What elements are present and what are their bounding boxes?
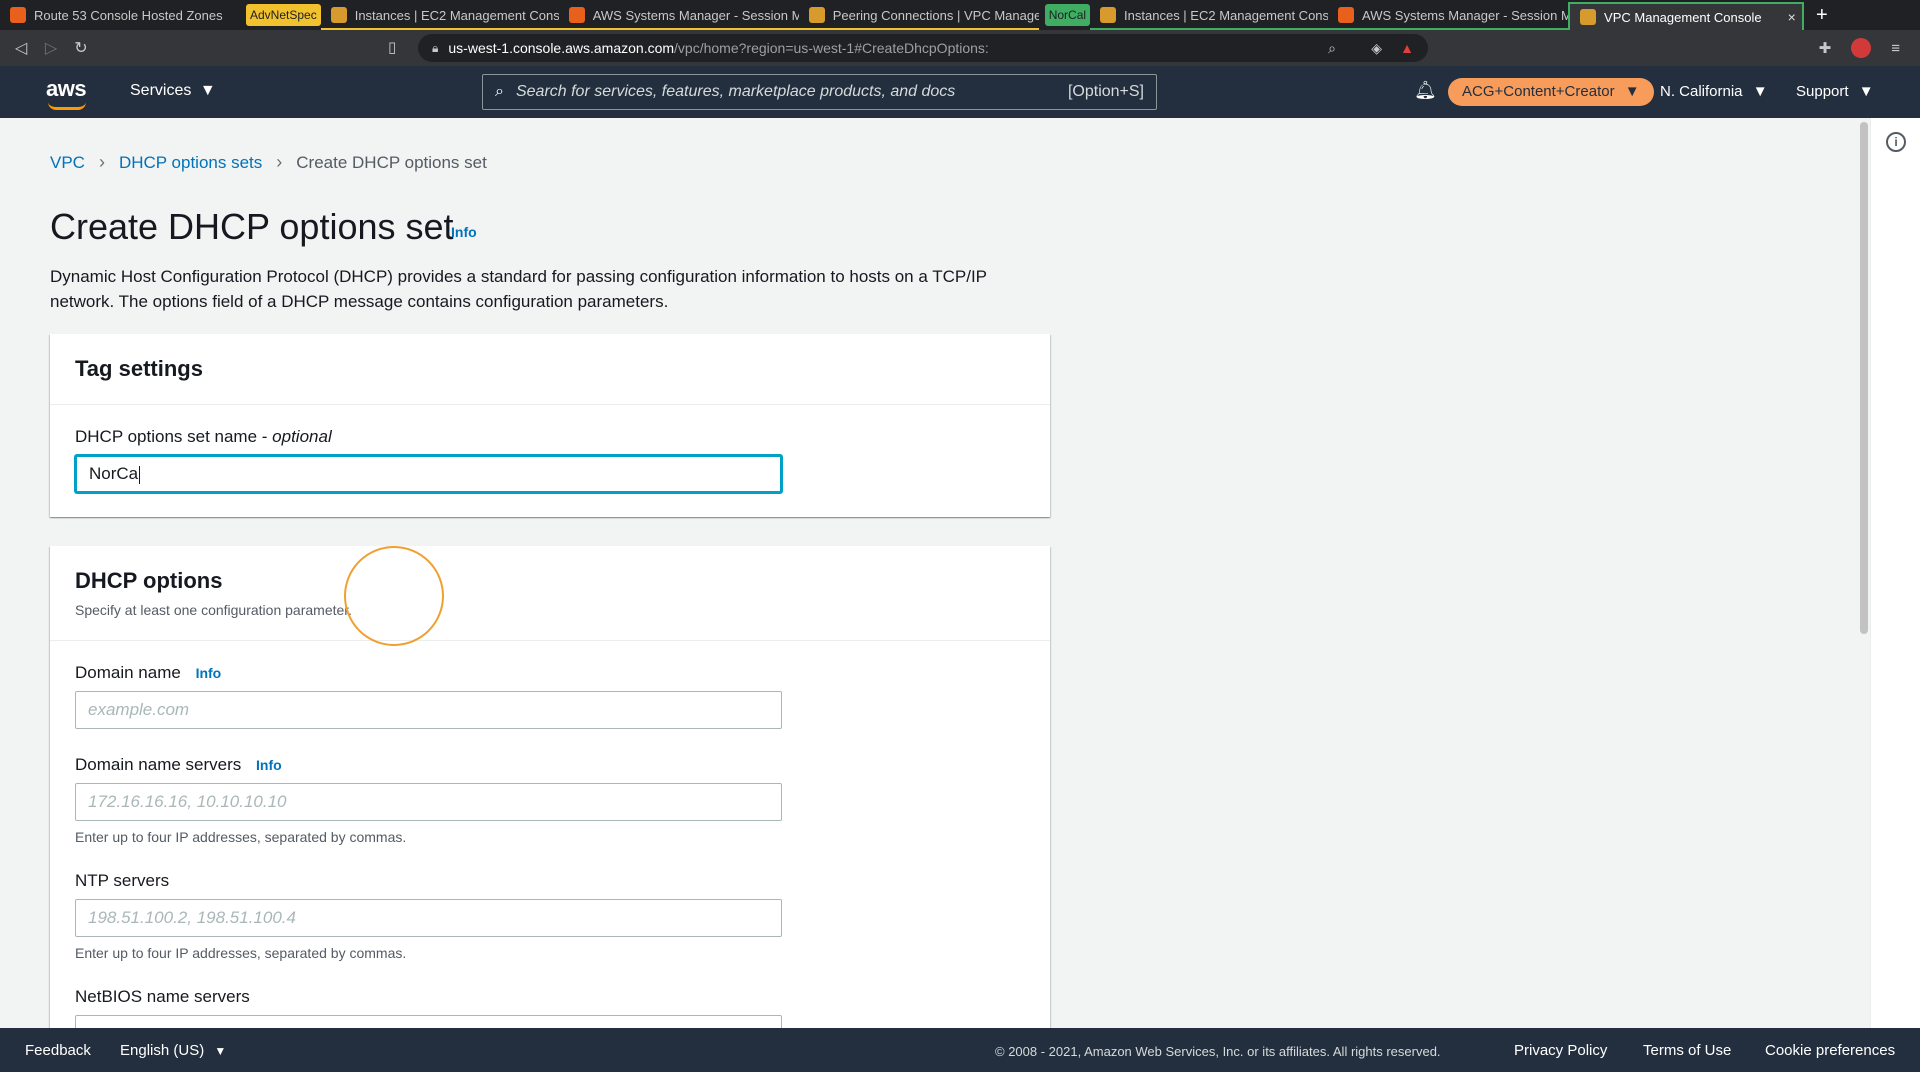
domain-name-input[interactable]: example.com: [75, 691, 782, 729]
page-description: Dynamic Host Configuration Protocol (DHC…: [50, 267, 987, 311]
domain-name-servers-input[interactable]: 172.16.16.16, 10.10.10.10: [75, 783, 782, 821]
cookie-preferences-link[interactable]: Cookie preferences: [1765, 1042, 1895, 1059]
ec2-icon: [330, 7, 347, 23]
aws-cube-icon: [568, 7, 585, 23]
breadcrumb: VPC › DHCP options sets › Create DHCP op…: [50, 152, 487, 173]
aws-cube-icon: [10, 7, 26, 23]
lock-icon: 🔒︎: [432, 40, 439, 55]
menu-icon[interactable]: ≡: [1891, 40, 1900, 57]
url-field[interactable]: 🔒︎ us-west-1.console.aws.amazon.com/vpc/…: [418, 34, 1428, 62]
dhcp-options-card: DHCP options Specify at least one config…: [50, 546, 1050, 1053]
language-selector[interactable]: English (US) ▼: [120, 1042, 226, 1059]
close-tab-icon[interactable]: ×: [1770, 9, 1796, 25]
region-selector[interactable]: N. California ▼: [1660, 83, 1768, 100]
support-menu[interactable]: Support ▼: [1796, 83, 1874, 100]
browser-tab[interactable]: Instances | EC2 Management Cons: [1090, 0, 1329, 30]
reload-icon[interactable]: ↻: [66, 38, 96, 58]
search-shortcut: [Option+S]: [1067, 83, 1144, 100]
services-menu[interactable]: Services ▼: [130, 82, 216, 100]
extensions-icon[interactable]: ✚: [1819, 39, 1832, 57]
domain-name-servers-hint: Enter up to four IP addresses, separated…: [75, 829, 407, 845]
browser-tab[interactable]: Route 53 Console Hosted Zones: [0, 0, 240, 30]
browser-tab[interactable]: AWS Systems Manager - Session M: [1328, 0, 1569, 30]
feedback-link[interactable]: Feedback: [25, 1042, 91, 1059]
tag-settings-card: Tag settings DHCP options set name - opt…: [50, 334, 1050, 517]
domain-name-info-link[interactable]: Info: [196, 665, 222, 681]
terms-of-use-link[interactable]: Terms of Use: [1643, 1042, 1731, 1059]
tab-group-label[interactable]: AdvNetSpec: [246, 4, 321, 26]
domain-name-servers-info-link[interactable]: Info: [256, 757, 282, 773]
breadcrumb-vpc[interactable]: VPC: [50, 153, 85, 173]
tag-settings-heading: Tag settings: [75, 356, 203, 381]
chevron-right-icon: ›: [276, 152, 283, 172]
caret-down-icon: ▼: [199, 82, 216, 99]
dhcp-options-heading: DHCP options: [75, 568, 223, 593]
breadcrumb-dhcp-options-sets[interactable]: DHCP options sets: [119, 153, 262, 173]
account-menu[interactable]: ACG+Content+Creator ▼: [1448, 78, 1654, 106]
page-scrollbar[interactable]: [1858, 118, 1870, 1028]
vpc-icon: [808, 7, 825, 23]
browser-tab[interactable]: Instances | EC2 Management Cons: [320, 0, 559, 30]
help-panel-rail: i: [1870, 118, 1920, 1028]
dhcp-options-set-name-input[interactable]: NorCa: [75, 455, 782, 493]
vpc-icon: [1580, 9, 1597, 25]
aws-cube-icon: [1338, 7, 1355, 23]
breadcrumb-current: Create DHCP options set: [296, 152, 487, 172]
zoom-icon[interactable]: ⌕: [1328, 40, 1336, 57]
console-footer: Feedback English (US) ▼ © 2008 - 2021, A…: [0, 1028, 1920, 1072]
caret-down-icon: ▼: [214, 1044, 227, 1058]
back-icon[interactable]: ◁: [6, 38, 36, 58]
bookmark-icon[interactable]: ▯: [388, 38, 396, 56]
ntp-servers-field: NTP servers 198.51.100.2, 198.51.100.4 E…: [75, 871, 1025, 961]
browser-tab-active[interactable]: VPC Management Console ×: [1568, 2, 1805, 30]
main-content: VPC › DHCP options sets › Create DHCP op…: [0, 118, 1858, 1053]
ec2-icon: [1100, 7, 1117, 23]
caret-down-icon: ▼: [1752, 83, 1768, 100]
page-title: Create DHCP options set: [50, 206, 454, 247]
domain-name-servers-field: Domain name servers Info 172.16.16.16, 1…: [75, 755, 1025, 845]
aws-logo[interactable]: aws: [46, 76, 87, 110]
ntp-servers-input[interactable]: 198.51.100.2, 198.51.100.4: [75, 899, 782, 937]
tab-group-label[interactable]: NorCal: [1044, 4, 1091, 26]
click-highlight-ring: [344, 546, 444, 646]
ntp-servers-hint: Enter up to four IP addresses, separated…: [75, 945, 407, 961]
profile-avatar[interactable]: [1851, 38, 1872, 58]
chevron-right-icon: ›: [98, 152, 105, 172]
browser-tab-bar: Route 53 Console Hosted Zones AdvNetSpec…: [0, 0, 1920, 30]
browser-tab[interactable]: AWS Systems Manager - Session M: [558, 0, 799, 30]
browser-tab[interactable]: Peering Connections | VPC Manage: [798, 0, 1039, 30]
browser-address-bar: ◁ ▷ ↻ ▯ 🔒︎ us-west-1.console.aws.amazon.…: [0, 30, 1920, 66]
privacy-policy-link[interactable]: Privacy Policy: [1514, 1042, 1607, 1059]
caret-down-icon: ▼: [1858, 83, 1874, 100]
forward-icon[interactable]: ▷: [36, 38, 66, 58]
page-info-link[interactable]: Info: [451, 224, 477, 240]
domain-name-field: Domain name Info example.com: [75, 663, 1025, 729]
search-input[interactable]: Search for services, features, marketpla…: [516, 83, 1068, 101]
info-icon[interactable]: i: [1886, 132, 1906, 152]
new-tab-button[interactable]: +: [1804, 4, 1840, 27]
aws-top-nav: aws Services ▼ ⌕ Search for services, fe…: [0, 66, 1920, 118]
copyright-text: © 2008 - 2021, Amazon Web Services, Inc.…: [995, 1044, 1441, 1059]
caret-down-icon: ▼: [1624, 83, 1640, 100]
scrollbar-thumb[interactable]: [1860, 122, 1868, 634]
text-caret: [139, 465, 141, 484]
notification-bell-icon[interactable]: 🔔︎: [1414, 80, 1437, 101]
brave-shield-icon[interactable]: ◈: [1371, 40, 1382, 57]
global-search[interactable]: ⌕ Search for services, features, marketp…: [482, 74, 1157, 110]
search-icon: ⌕: [495, 83, 504, 100]
dhcp-options-subheading: Specify at least one configuration param…: [75, 602, 353, 618]
rewards-icon[interactable]: ▲: [1400, 40, 1414, 56]
aws-smile-icon: [48, 102, 86, 110]
dhcp-name-label: DHCP options set name - optional: [75, 427, 332, 446]
